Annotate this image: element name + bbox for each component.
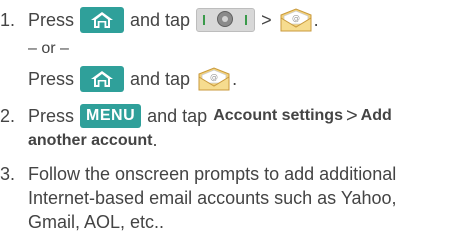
home-key-icon: [80, 66, 125, 92]
step-text: Follow the onscreen prompts to add addit…: [28, 164, 397, 184]
menu-item-another-account: another account: [28, 131, 153, 149]
menu-key: MENU: [80, 104, 142, 128]
email-envelope-icon: @: [280, 8, 312, 32]
step-1-alternative: Press and tap @ .: [28, 65, 237, 93]
step-3: 3. Follow the onscreen prompts to add ad…: [0, 164, 396, 185]
or-text: – or –: [28, 40, 69, 57]
step-text: .: [232, 68, 238, 89]
home-key-icon: [80, 7, 125, 33]
menu-item-add: Add: [360, 107, 392, 124]
step-text: Internet-based email accounts such as Ya…: [28, 188, 397, 208]
step-2: 2. Press MENU and tap Account settings >…: [0, 104, 392, 128]
step-3-line-3: Gmail, AOL, etc..: [28, 212, 164, 233]
svg-text:@: @: [210, 73, 218, 82]
step-number: 1.: [0, 9, 16, 30]
step-separator: >: [345, 104, 358, 127]
step-text: Press: [28, 9, 75, 30]
step-text: Gmail, AOL, etc..: [28, 212, 165, 232]
step-text: .: [152, 130, 158, 150]
step-number: 3.: [0, 164, 16, 184]
step-2-continued: another account .: [28, 130, 157, 151]
step-text: Press: [28, 68, 75, 89]
step-number: 2.: [0, 105, 16, 126]
step-1: 1. Press and tap > @ .: [0, 6, 319, 34]
menu-item-account-settings: Account settings: [213, 107, 343, 124]
launcher-bar-icon: [196, 8, 256, 32]
or-separator: – or –: [28, 40, 69, 58]
step-text: and tap: [130, 68, 191, 89]
step-text: and tap: [147, 105, 208, 126]
step-text: .: [313, 9, 319, 30]
step-text: Press: [28, 105, 75, 126]
email-envelope-icon: @: [198, 67, 230, 91]
step-separator: >: [261, 9, 272, 30]
step-text: and tap: [130, 9, 191, 30]
svg-text:@: @: [292, 14, 300, 23]
step-3-line-2: Internet-based email accounts such as Ya…: [28, 188, 397, 209]
